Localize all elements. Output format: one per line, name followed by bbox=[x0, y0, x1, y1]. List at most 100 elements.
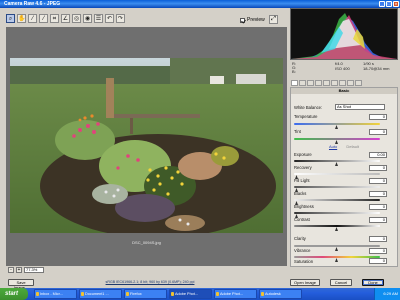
panel-title: Basic bbox=[291, 88, 397, 94]
camera-info: R: G: B: f/4.0 1/90 s ISO 400 18-70@34 mm bbox=[290, 61, 398, 79]
brightness-slider[interactable] bbox=[294, 212, 380, 214]
tab-snapshots-icon[interactable] bbox=[355, 80, 362, 86]
clarity-label: Clarity bbox=[294, 236, 306, 241]
close-button[interactable]: × bbox=[393, 1, 399, 7]
default-link[interactable]: Default bbox=[346, 144, 359, 149]
taskbar-item[interactable]: Document1 ... bbox=[79, 289, 122, 299]
image-filename: DSC_0094S.jpg bbox=[132, 240, 161, 245]
taskbar-item[interactable]: Adobe Phot... bbox=[169, 289, 212, 299]
basic-panel: Basic White Balance: As Shot Temperature… bbox=[290, 87, 398, 267]
retouch-icon[interactable]: ◎ bbox=[72, 13, 81, 23]
done-button[interactable]: Done bbox=[362, 279, 384, 286]
system-tray: 6:29 AM bbox=[374, 288, 400, 300]
crop-icon[interactable]: ⌗ bbox=[50, 13, 59, 23]
vibrance-slider-thumb[interactable] bbox=[335, 258, 338, 262]
straighten-icon[interactable]: ∠ bbox=[61, 13, 70, 23]
preview-checkbox[interactable] bbox=[240, 17, 245, 23]
tab-detail-icon[interactable] bbox=[307, 80, 314, 86]
blacks-field[interactable]: 0 bbox=[369, 191, 387, 197]
tab-camera-calibration-icon[interactable] bbox=[339, 80, 346, 86]
color-sampler-icon[interactable]: ⁄ bbox=[39, 13, 48, 23]
vibrance-field[interactable]: 0 bbox=[369, 248, 387, 254]
temperature-slider[interactable] bbox=[294, 123, 380, 125]
cancel-button[interactable]: Cancel bbox=[330, 279, 352, 286]
tab-split-toning-icon[interactable] bbox=[323, 80, 330, 86]
recovery-label: Recovery bbox=[294, 165, 312, 170]
exposure-field[interactable]: 0.00 bbox=[369, 152, 387, 158]
camera-raw-window: Camera Raw 4.6 - JPEG _ □ × ⌕ ✋ ⁄ ⁄ ⌗ ∠ ◎ ◉ ☰ ↶ ↷ … bbox=[0, 0, 400, 290]
preview-label: Preview bbox=[247, 17, 265, 23]
taskbar-item[interactable]: Adobe Phot... bbox=[214, 289, 257, 299]
auto-link[interactable]: Auto bbox=[329, 144, 337, 149]
zoom-in-button[interactable]: + bbox=[16, 267, 22, 273]
tint-field[interactable]: 0 bbox=[369, 129, 387, 135]
vibrance-slider[interactable] bbox=[294, 256, 380, 258]
contrast-field[interactable]: 0 bbox=[369, 217, 387, 223]
adjustment-tabs bbox=[290, 80, 398, 87]
zoom-level-select[interactable]: 77.3% bbox=[24, 267, 44, 273]
taskbar: start Inbox - Micr... Document1 ... Firefo… bbox=[0, 288, 400, 300]
tab-presets-icon[interactable] bbox=[347, 80, 354, 86]
taskbar-item[interactable]: Inbox - Micr... bbox=[34, 289, 77, 299]
workflow-options-link[interactable]: sRGB IEC61966-2.1; 8 bit; 960 by 639 (0.… bbox=[40, 280, 260, 284]
histogram bbox=[290, 8, 398, 60]
fill-light-field[interactable]: 0 bbox=[369, 178, 387, 184]
clock: 6:29 AM bbox=[383, 291, 398, 296]
red-eye-icon[interactable]: ◉ bbox=[83, 13, 92, 23]
readout-b: B: bbox=[292, 69, 296, 74]
fill-light-slider[interactable] bbox=[294, 186, 380, 188]
tab-hsl-icon[interactable] bbox=[315, 80, 322, 86]
start-button[interactable]: start bbox=[0, 288, 28, 300]
tab-tone-curve-icon[interactable] bbox=[299, 80, 306, 86]
fullscreen-icon[interactable]: ⤢ bbox=[269, 15, 278, 24]
maximize-button[interactable]: □ bbox=[386, 1, 392, 7]
rotate-right-icon[interactable]: ↷ bbox=[116, 13, 125, 23]
exposure-slider[interactable] bbox=[294, 160, 380, 162]
minimize-button[interactable]: _ bbox=[379, 1, 385, 7]
tab-lens-icon[interactable] bbox=[331, 80, 338, 86]
white-balance-label: White Balance: bbox=[294, 105, 323, 110]
temperature-slider-thumb[interactable] bbox=[335, 125, 338, 129]
photo-preview bbox=[10, 58, 283, 233]
title-bar: Camera Raw 4.6 - JPEG _ □ × bbox=[0, 0, 400, 8]
taskbar-item[interactable]: Firefox bbox=[124, 289, 167, 299]
clarity-field[interactable]: 0 bbox=[369, 236, 387, 242]
tint-label: Tint bbox=[294, 129, 301, 134]
temperature-field[interactable]: 0 bbox=[369, 114, 387, 120]
saturation-field[interactable]: 0 bbox=[369, 258, 387, 264]
rotate-left-icon[interactable]: ↶ bbox=[105, 13, 114, 23]
vibrance-label: Vibrance bbox=[294, 248, 311, 253]
open-image-button[interactable]: Open Image bbox=[290, 279, 320, 286]
blacks-slider[interactable] bbox=[294, 199, 380, 201]
lens-readout: 18-70@34 mm bbox=[363, 65, 390, 71]
exposure-slider-thumb[interactable] bbox=[335, 162, 338, 166]
preview-toggle[interactable]: Preview bbox=[240, 17, 265, 23]
recovery-field[interactable]: 0 bbox=[369, 165, 387, 171]
recovery-slider[interactable] bbox=[294, 173, 380, 175]
white-balance-icon[interactable]: ⁄ bbox=[28, 13, 37, 23]
brightness-label: Brightness bbox=[294, 204, 314, 209]
zoom-controls: - + 77.3% bbox=[6, 266, 287, 274]
brightness-field[interactable]: 0 bbox=[369, 204, 387, 210]
window-title: Camera Raw 4.6 - JPEG bbox=[4, 1, 61, 7]
zoom-out-button[interactable]: - bbox=[8, 267, 14, 273]
clarity-slider-thumb[interactable] bbox=[335, 247, 338, 251]
save-image-button[interactable]: Save Image... bbox=[8, 279, 34, 290]
tab-basic-icon[interactable] bbox=[291, 80, 298, 86]
preferences-icon[interactable]: ☰ bbox=[94, 13, 103, 23]
tint-slider[interactable] bbox=[294, 138, 380, 140]
saturation-label: Saturation bbox=[294, 259, 314, 264]
contrast-slider[interactable] bbox=[294, 225, 380, 227]
image-canvas[interactable]: DSC_0094S.jpg bbox=[6, 27, 287, 266]
zoom-icon[interactable]: ⌕ bbox=[6, 13, 15, 23]
hand-icon[interactable]: ✋ bbox=[17, 13, 26, 23]
iso-readout: ISO 400 bbox=[335, 65, 350, 71]
auto-default-row: Auto Default bbox=[291, 144, 397, 149]
blacks-label: Blacks bbox=[294, 191, 307, 196]
taskbar-item[interactable]: Autodesk bbox=[259, 289, 302, 299]
temperature-label: Temperature bbox=[294, 114, 318, 119]
contrast-slider-thumb[interactable] bbox=[335, 227, 338, 231]
clarity-slider[interactable] bbox=[294, 245, 380, 247]
white-balance-select[interactable]: As Shot bbox=[335, 104, 385, 110]
contrast-label: Contrast bbox=[294, 217, 310, 222]
